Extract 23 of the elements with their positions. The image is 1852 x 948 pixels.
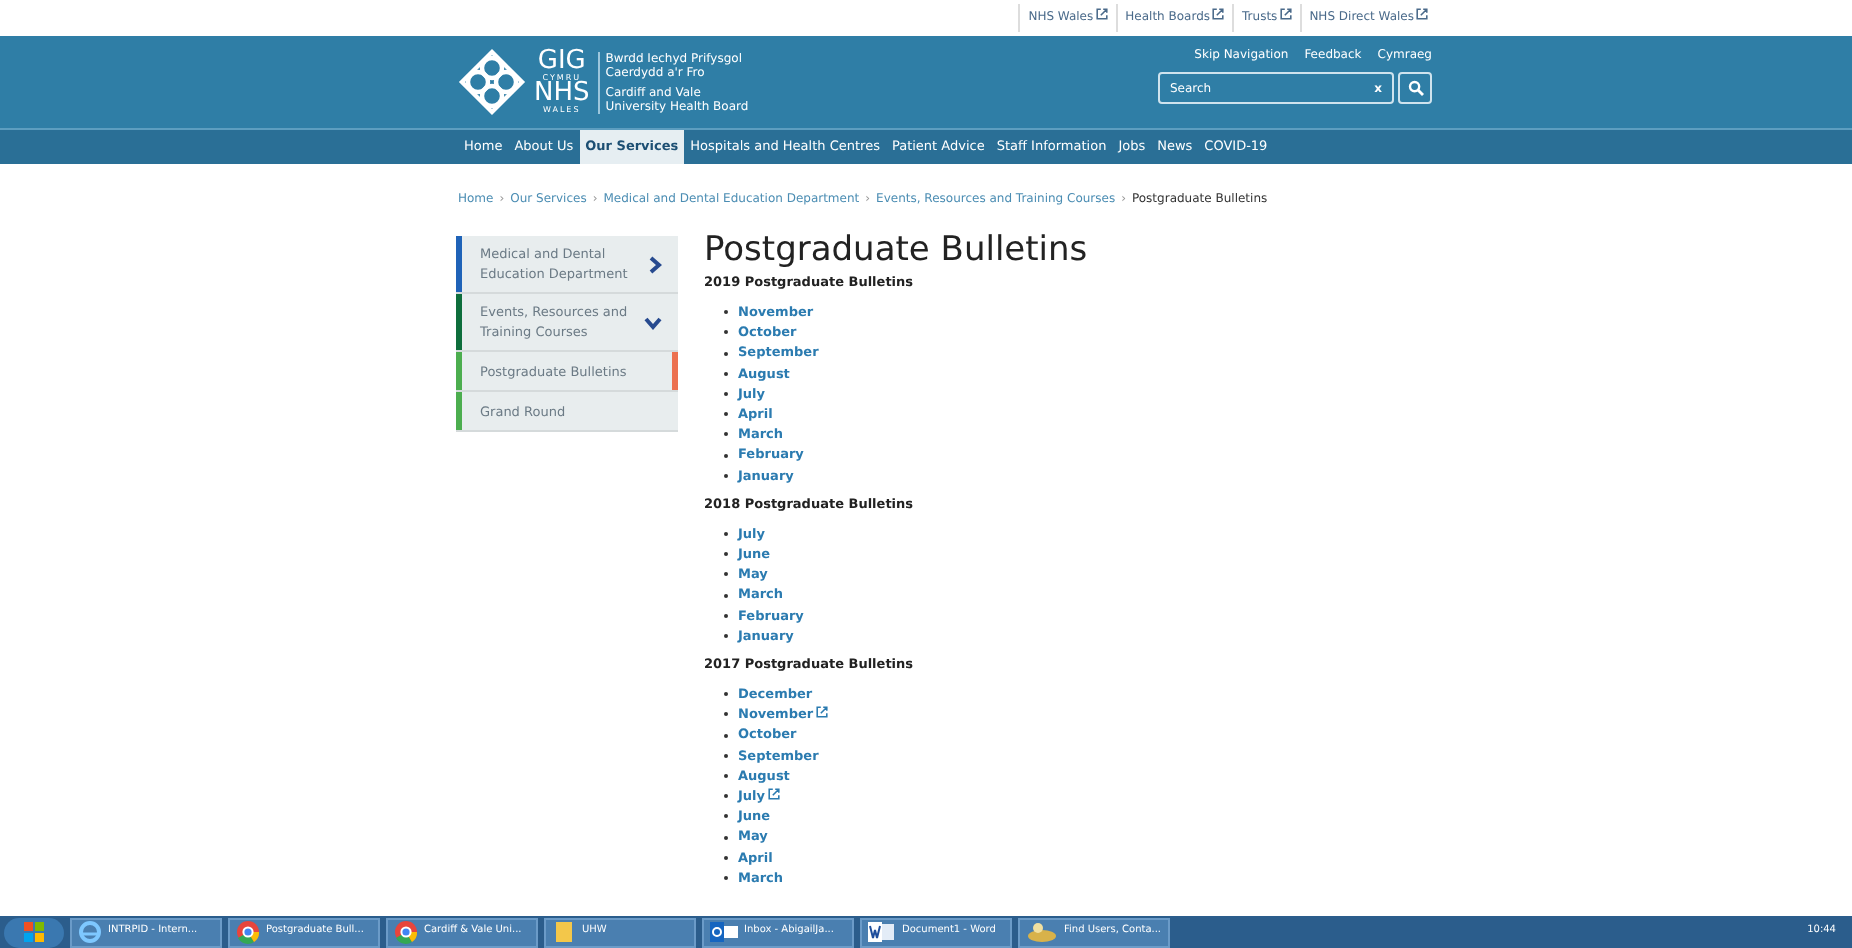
round-browser-icon (236, 920, 260, 944)
selected-marker (672, 352, 678, 390)
search-button[interactable] (1398, 72, 1432, 104)
external-link-icon (767, 788, 780, 801)
mail-app-icon (710, 920, 738, 944)
logo-text: NHS (534, 82, 590, 106)
knot-logo-icon (458, 48, 526, 116)
windows-logo-icon (24, 922, 44, 942)
external-link-icon (815, 706, 828, 719)
logo-text: GIG (537, 50, 586, 74)
external-link-icon (1279, 8, 1292, 20)
folder-icon (552, 920, 576, 944)
external-link-icon (1212, 8, 1225, 20)
round-browser-icon (394, 920, 418, 944)
search-icon (1407, 80, 1423, 96)
external-link-icon (1095, 8, 1108, 20)
chevron-down-icon[interactable] (644, 315, 662, 329)
chevron-right-icon[interactable] (648, 255, 662, 273)
external-link-icon (1416, 8, 1428, 20)
page-title: Postgraduate Bulletins (704, 232, 1088, 268)
start-button[interactable] (4, 917, 64, 947)
people-app-icon (1026, 920, 1058, 944)
document-app-icon (868, 920, 896, 944)
